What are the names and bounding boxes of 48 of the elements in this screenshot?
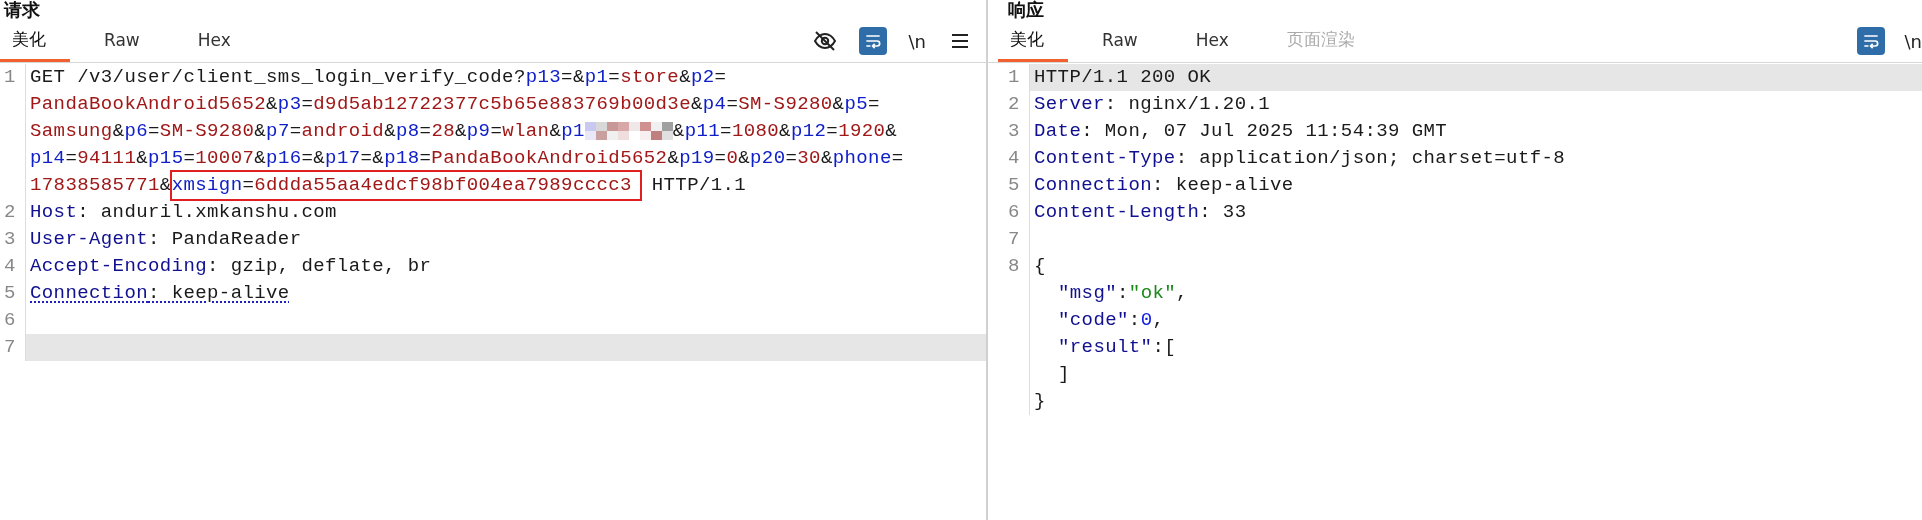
code-line: Content-Length: 33 <box>1034 200 1247 225</box>
line-number: 1 <box>4 65 16 90</box>
code-line: 17838585771&xmsign=6ddda55aa4edcf98bf004ea7989cccc3 HTTP/1.1 <box>30 172 747 199</box>
tab[interactable]: Raw <box>1090 20 1162 62</box>
code-line: PandaBookAndroid5652&p3=d9d5ab12722377c5b65e883769b00d3e&p4=SM-S9280&p5= <box>30 92 880 117</box>
code-line: Connection: keep-alive <box>30 281 290 306</box>
line-number: 6 <box>1008 200 1020 225</box>
code-line: } <box>1034 389 1046 414</box>
wrap-button[interactable] <box>1856 27 1885 55</box>
tab[interactable]: Raw <box>92 20 164 62</box>
code-line: Host: anduril.xmkanshu.com <box>30 200 337 225</box>
line-number: 7 <box>4 335 16 360</box>
code-line: ] <box>1057 362 1070 387</box>
line-number: 8 <box>1008 254 1020 279</box>
code-line: { <box>1034 254 1046 279</box>
code-line: Samsung&p6=SM-S9280&p7=android&p8=28&p9=wlan&p1 &p11=1080&p12=1920& <box>30 119 898 144</box>
hide-icon[interactable] <box>812 29 837 53</box>
panel-title: 响应 <box>1008 0 1044 20</box>
line-number: 5 <box>4 281 16 306</box>
tab[interactable]: 美化 <box>0 20 70 62</box>
line-number: 1 <box>1008 65 1020 90</box>
line-number: 3 <box>4 227 16 252</box>
code-line: User-Agent: PandaReader <box>30 227 302 252</box>
line-number: 4 <box>4 254 16 279</box>
line-number: 2 <box>4 200 16 225</box>
code-line: p14=94111&p15=10007&p16=&p17=&p18=PandaBookAndroid5652&p19=0&p20=30&phone= <box>30 146 904 171</box>
code-line: "code":0, <box>1057 308 1165 333</box>
tab[interactable]: Hex <box>1183 20 1253 62</box>
line-number: 2 <box>1008 92 1020 117</box>
newline-button[interactable]: \n <box>1904 30 1922 52</box>
code-line: Date: Mon, 07 Jul 2025 11:54:39 GMT <box>1034 119 1448 144</box>
code-line: "result":[ <box>1057 335 1177 360</box>
code-line: Server: nginx/1.20.1 <box>1034 92 1271 117</box>
line-number: 5 <box>1008 173 1020 198</box>
code-line: GET /v3/user/client_sms_login_verify_code?p13=&p1=store&p2= <box>30 65 727 90</box>
line-number: 3 <box>1008 119 1020 144</box>
newline-button[interactable]: \n <box>908 30 926 52</box>
panel-title: 请求 <box>4 0 40 20</box>
code-line: "msg":"ok", <box>1057 281 1188 306</box>
line-number: 7 <box>1008 227 1020 252</box>
wrap-button[interactable] <box>858 27 887 55</box>
line-number: 4 <box>1008 146 1020 171</box>
tab[interactable]: Hex <box>185 20 255 62</box>
code-line: Content-Type: application/json; charset=utf-8 <box>1034 146 1566 171</box>
code-line: HTTP/1.1 200 OK <box>1034 65 1212 90</box>
line-number: 6 <box>4 308 16 333</box>
code-line: Connection: keep-alive <box>1034 173 1294 198</box>
code-line: Accept-Encoding: gzip, deflate, br <box>30 254 432 279</box>
